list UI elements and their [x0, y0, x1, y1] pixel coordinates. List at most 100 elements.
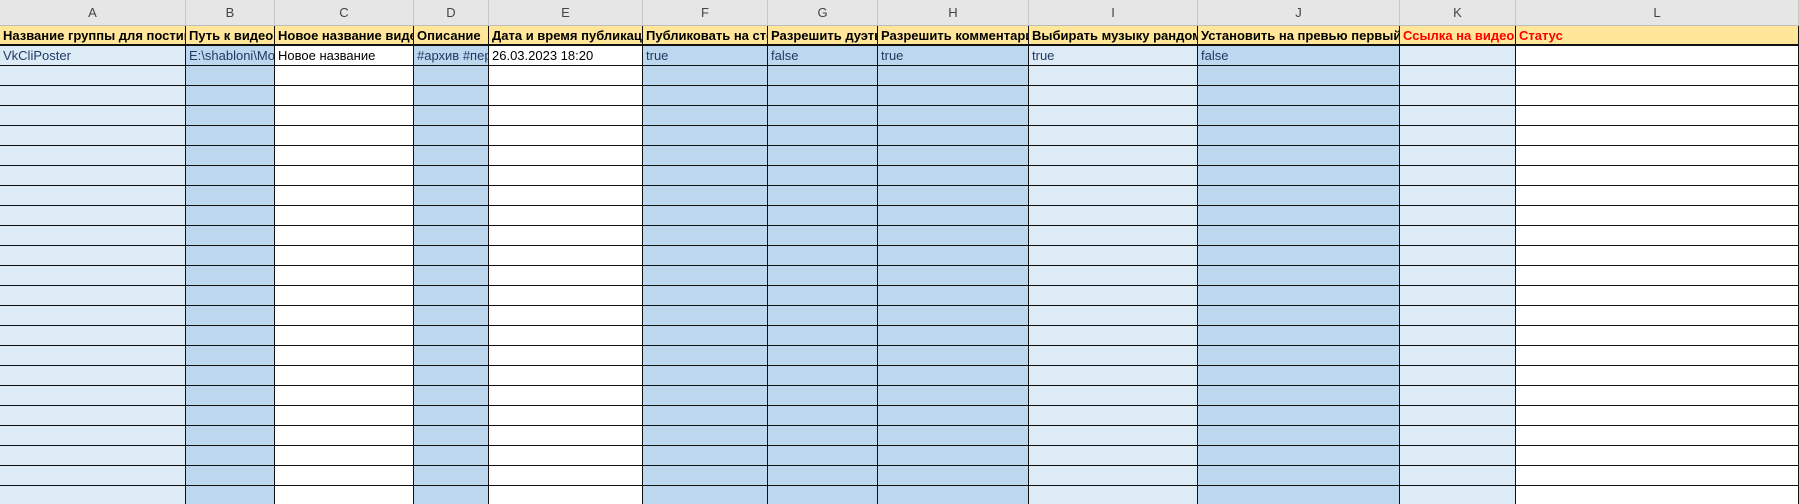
- empty-cell[interactable]: [878, 226, 1029, 246]
- empty-cell[interactable]: [768, 166, 878, 186]
- empty-cell[interactable]: [275, 166, 414, 186]
- empty-cell[interactable]: [1029, 446, 1198, 466]
- header-cell-i[interactable]: Выбирать музыку рандомно: [1029, 26, 1198, 46]
- empty-cell[interactable]: [1516, 366, 1799, 386]
- empty-cell[interactable]: [1198, 426, 1400, 446]
- empty-cell[interactable]: [643, 446, 768, 466]
- empty-cell[interactable]: [414, 486, 489, 504]
- empty-cell[interactable]: [643, 306, 768, 326]
- empty-cell[interactable]: [643, 286, 768, 306]
- header-cell-l[interactable]: Статус: [1516, 26, 1799, 46]
- empty-cell[interactable]: [1400, 106, 1516, 126]
- empty-cell[interactable]: [1198, 306, 1400, 326]
- empty-cell[interactable]: [878, 166, 1029, 186]
- empty-cell[interactable]: [1029, 206, 1198, 226]
- empty-cell[interactable]: [1198, 266, 1400, 286]
- empty-cell[interactable]: [643, 126, 768, 146]
- empty-cell[interactable]: [1400, 246, 1516, 266]
- empty-cell[interactable]: [275, 406, 414, 426]
- empty-cell[interactable]: [1198, 366, 1400, 386]
- empty-cell[interactable]: [1516, 226, 1799, 246]
- empty-cell[interactable]: [0, 486, 186, 504]
- empty-cell[interactable]: [1400, 486, 1516, 504]
- empty-cell[interactable]: [0, 326, 186, 346]
- empty-cell[interactable]: [275, 326, 414, 346]
- empty-cell[interactable]: [275, 466, 414, 486]
- column-letter-f[interactable]: F: [643, 0, 768, 25]
- empty-cell[interactable]: [1400, 226, 1516, 246]
- empty-cell[interactable]: [1198, 386, 1400, 406]
- empty-cell[interactable]: [414, 246, 489, 266]
- empty-cell[interactable]: [1516, 186, 1799, 206]
- empty-cell[interactable]: [414, 166, 489, 186]
- empty-cell[interactable]: [414, 266, 489, 286]
- column-letter-k[interactable]: K: [1400, 0, 1516, 25]
- empty-cell[interactable]: [275, 126, 414, 146]
- empty-cell[interactable]: [768, 406, 878, 426]
- empty-cell[interactable]: [186, 466, 275, 486]
- empty-cell[interactable]: [186, 306, 275, 326]
- empty-cell[interactable]: [878, 146, 1029, 166]
- empty-cell[interactable]: [1516, 306, 1799, 326]
- column-letter-h[interactable]: H: [878, 0, 1029, 25]
- empty-cell[interactable]: [414, 386, 489, 406]
- empty-cell[interactable]: [0, 406, 186, 426]
- empty-cell[interactable]: [489, 186, 643, 206]
- empty-cell[interactable]: [768, 286, 878, 306]
- empty-cell[interactable]: [1198, 286, 1400, 306]
- empty-cell[interactable]: [489, 246, 643, 266]
- empty-cell[interactable]: [1400, 306, 1516, 326]
- empty-cell[interactable]: [768, 246, 878, 266]
- empty-cell[interactable]: [1198, 326, 1400, 346]
- empty-cell[interactable]: [0, 286, 186, 306]
- empty-cell[interactable]: [275, 186, 414, 206]
- empty-cell[interactable]: [1516, 426, 1799, 446]
- empty-cell[interactable]: [1198, 466, 1400, 486]
- empty-cell[interactable]: [1198, 86, 1400, 106]
- column-letter-g[interactable]: G: [768, 0, 878, 25]
- empty-cell[interactable]: [1400, 346, 1516, 366]
- empty-cell[interactable]: [275, 146, 414, 166]
- empty-cell[interactable]: [0, 306, 186, 326]
- empty-cell[interactable]: [414, 126, 489, 146]
- empty-cell[interactable]: [1400, 86, 1516, 106]
- empty-cell[interactable]: [1516, 346, 1799, 366]
- empty-cell[interactable]: [1198, 206, 1400, 226]
- cell-a2[interactable]: VkCliPoster: [0, 46, 186, 66]
- empty-cell[interactable]: [186, 286, 275, 306]
- empty-cell[interactable]: [1029, 466, 1198, 486]
- empty-cell[interactable]: [1516, 486, 1799, 504]
- empty-cell[interactable]: [643, 206, 768, 226]
- empty-cell[interactable]: [186, 446, 275, 466]
- empty-cell[interactable]: [1029, 106, 1198, 126]
- empty-cell[interactable]: [275, 446, 414, 466]
- empty-cell[interactable]: [275, 66, 414, 86]
- empty-cell[interactable]: [643, 386, 768, 406]
- empty-cell[interactable]: [1400, 406, 1516, 426]
- empty-cell[interactable]: [489, 206, 643, 226]
- empty-cell[interactable]: [1198, 146, 1400, 166]
- empty-cell[interactable]: [643, 186, 768, 206]
- header-cell-f[interactable]: Публиковать на стене: [643, 26, 768, 46]
- empty-cell[interactable]: [0, 466, 186, 486]
- empty-cell[interactable]: [0, 166, 186, 186]
- empty-cell[interactable]: [489, 266, 643, 286]
- empty-cell[interactable]: [643, 366, 768, 386]
- empty-cell[interactable]: [878, 266, 1029, 286]
- empty-cell[interactable]: [0, 66, 186, 86]
- empty-cell[interactable]: [489, 86, 643, 106]
- empty-cell[interactable]: [643, 246, 768, 266]
- header-cell-j[interactable]: Установить на превью первый кадр: [1198, 26, 1400, 46]
- column-letter-d[interactable]: D: [414, 0, 489, 25]
- empty-cell[interactable]: [0, 86, 186, 106]
- empty-cell[interactable]: [489, 366, 643, 386]
- empty-cell[interactable]: [1400, 466, 1516, 486]
- empty-cell[interactable]: [878, 86, 1029, 106]
- empty-cell[interactable]: [275, 206, 414, 226]
- empty-cell[interactable]: [275, 426, 414, 446]
- cell-h2[interactable]: true: [878, 46, 1029, 66]
- empty-cell[interactable]: [1029, 306, 1198, 326]
- empty-cell[interactable]: [768, 66, 878, 86]
- cell-l2[interactable]: [1516, 46, 1799, 66]
- empty-cell[interactable]: [186, 266, 275, 286]
